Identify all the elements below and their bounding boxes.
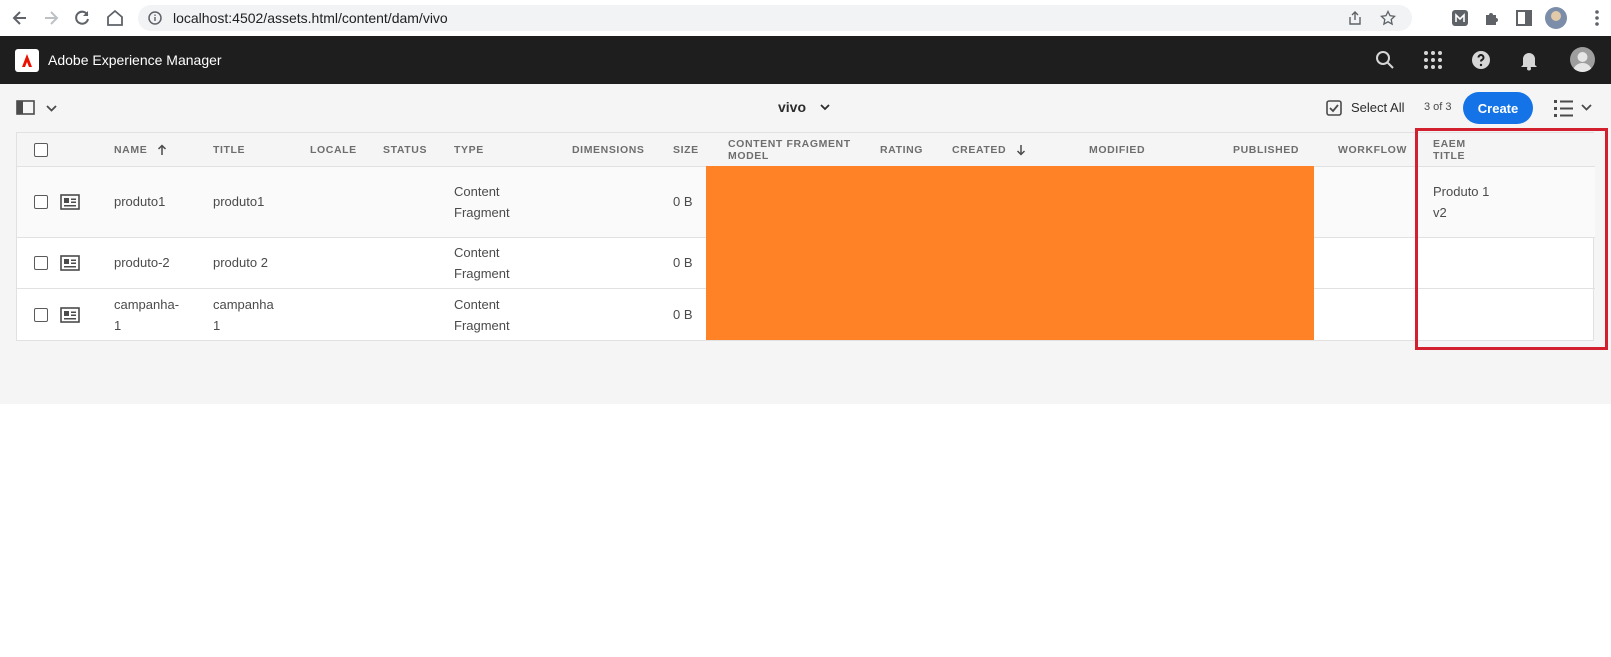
item-count: 3 of 3 (1424, 101, 1452, 113)
column-label: Created (952, 144, 1007, 156)
solutions-grid-icon[interactable] (1421, 48, 1445, 72)
bookmark-star-icon[interactable] (1380, 10, 1396, 26)
browser-menu-icon[interactable] (1589, 8, 1605, 28)
column-label: Content Fragment Model (728, 138, 851, 162)
search-icon[interactable] (1373, 48, 1397, 72)
folder-title[interactable]: vivo (778, 99, 806, 115)
table-header: Name Title Locale Status Type Dimensions… (17, 133, 1595, 167)
column-header-name[interactable]: Name (114, 133, 167, 167)
column-label: Modified (1089, 144, 1146, 156)
adobe-logo-icon[interactable] (15, 49, 39, 72)
browser-toolbar: localhost:4502/assets.html/content/dam/v… (0, 0, 1611, 36)
column-label: Type (454, 144, 484, 156)
column-label: Workflow (1338, 144, 1407, 156)
cell-name: produto1 (114, 194, 166, 209)
column-header-rating[interactable]: Rating (880, 133, 923, 167)
column-label: Rating (880, 144, 924, 156)
address-bar[interactable]: localhost:4502/assets.html/content/dam/v… (138, 5, 1412, 31)
column-label: Locale (310, 144, 357, 156)
create-button[interactable]: Create (1463, 92, 1533, 124)
column-header-type[interactable]: Type (454, 133, 484, 167)
url-host: localhost (173, 10, 229, 26)
info-icon[interactable] (148, 11, 162, 25)
cell-size: 0 B (673, 255, 693, 270)
column-header-modified[interactable]: Modified (1089, 133, 1145, 167)
row-checkbox[interactable] (34, 256, 48, 270)
column-label: Title (213, 144, 246, 156)
content-fragment-icon (60, 255, 80, 271)
column-header-size[interactable]: Size (673, 133, 699, 167)
app-title[interactable]: Adobe Experience Manager (48, 52, 222, 68)
notifications-bell-icon[interactable] (1517, 48, 1541, 72)
help-icon[interactable] (1469, 48, 1493, 72)
select-all-checkbox-icon (1326, 100, 1342, 116)
forward-arrow-icon[interactable] (41, 8, 61, 28)
column-header-dimensions[interactable]: Dimensions (572, 133, 645, 167)
column-header-title[interactable]: Title (213, 133, 245, 167)
column-label: EAEM Title (1433, 138, 1466, 162)
cell-type: Content Fragment (454, 245, 510, 281)
column-label: Size (673, 144, 699, 156)
chevron-down-icon[interactable] (818, 100, 832, 114)
cell-type: Content Fragment (454, 297, 510, 333)
column-header-created[interactable]: Created (952, 133, 1026, 167)
share-icon[interactable] (1347, 10, 1363, 26)
redaction-block (706, 166, 1314, 340)
column-label: Name (114, 144, 148, 156)
column-header-content-fragment-model[interactable]: Content Fragment Model (728, 133, 863, 167)
content-fragment-icon (60, 194, 80, 210)
side-panel-icon[interactable] (1514, 8, 1534, 28)
select-all-rows-checkbox[interactable] (34, 143, 48, 157)
sort-ascending-icon (158, 144, 167, 155)
rail-toggle-icon[interactable] (16, 98, 61, 118)
list-view-icon[interactable] (1553, 97, 1595, 119)
column-label: Dimensions (572, 144, 645, 156)
back-arrow-icon[interactable] (10, 8, 30, 28)
cell-title: produto 2 (213, 255, 268, 270)
cell-title: produto1 (213, 194, 265, 209)
cell-size: 0 B (673, 307, 693, 322)
cell-size: 0 B (673, 194, 693, 209)
select-all-label: Select All (1351, 100, 1405, 115)
cell-name: produto-2 (114, 255, 170, 270)
url-path: :4502/assets.html/content/dam/vivo (228, 10, 448, 26)
row-checkbox[interactable] (34, 195, 48, 209)
sort-descending-icon (1017, 145, 1026, 156)
aem-global-header: Adobe Experience Manager (0, 36, 1611, 84)
cell-type: Content Fragment (454, 184, 510, 220)
column-header-workflow[interactable]: Workflow (1338, 133, 1407, 167)
reload-icon[interactable] (72, 8, 92, 28)
url-text: localhost:4502/assets.html/content/dam/v… (173, 10, 448, 26)
column-header-status[interactable]: Status (383, 133, 427, 167)
user-avatar[interactable] (1570, 47, 1595, 72)
column-header-locale[interactable]: Locale (310, 133, 357, 167)
content-fragment-icon (60, 307, 80, 323)
column-label: Status (383, 144, 428, 156)
extensions-puzzle-icon[interactable] (1482, 8, 1502, 28)
extension-m-icon[interactable] (1450, 8, 1470, 28)
cell-name: campanha-1 (114, 297, 180, 333)
row-checkbox[interactable] (34, 308, 48, 322)
column-header-published[interactable]: Published (1233, 133, 1299, 167)
cell-eaem-title: Produto 1 v2 (1433, 184, 1490, 220)
column-header-eaem-title[interactable]: EAEM Title (1433, 133, 1473, 167)
column-label: Published (1233, 144, 1300, 156)
action-bar: vivo Select All 3 of 3 Create (0, 84, 1611, 132)
browser-profile-avatar[interactable] (1545, 7, 1567, 29)
cell-title: campanha 1 (213, 297, 274, 333)
home-icon[interactable] (105, 8, 125, 28)
